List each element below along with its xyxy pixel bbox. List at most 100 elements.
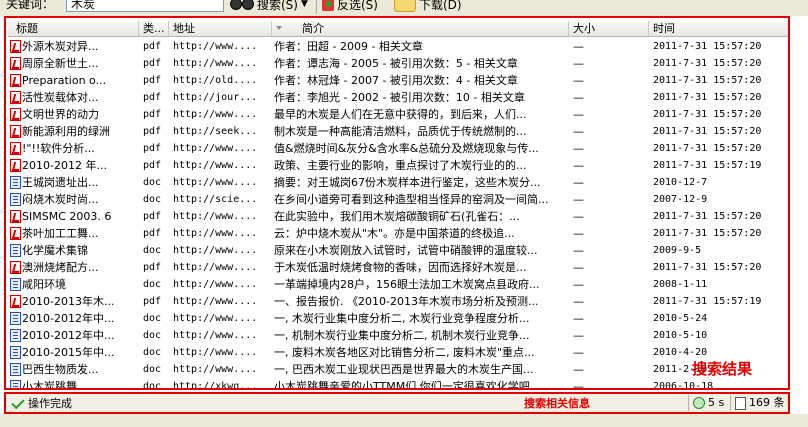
cell-size: — — [573, 108, 584, 121]
cell-size: — — [573, 57, 584, 70]
table-row[interactable]: 活性炭载体对... pdf http://jour... 作者：李旭光 - 2002 … — [8, 89, 788, 106]
table-row[interactable]: 化学魔术集锦 doc http://www.... 原来在小木炭刚放入试管时，试管中硝… — [8, 242, 788, 259]
vertical-scrollbar[interactable] — [788, 21, 790, 390]
table-row[interactable]: 2010-2015年中... doc http://www.... 一, 废料木炭各地… — [8, 344, 788, 361]
column-header-time[interactable]: 时间 — [649, 21, 788, 36]
table-row[interactable]: 澳洲烧烤配方... pdf http://www.... 于木炭低温时烧烤食物的香味，… — [8, 259, 788, 276]
toolbar: 关键词： 木炭 搜索(S) ▼ 反选(S) 下载(D) — [0, 0, 808, 16]
column-header-type[interactable]: 类... — [139, 21, 169, 36]
cell-time: 2011-7-31 15:57:20 — [653, 41, 762, 52]
search-button[interactable]: 搜索(S) ▼ — [230, 0, 308, 13]
table-row[interactable]: 2010-2012年中... doc http://www.... 一, 机制木炭行业… — [8, 327, 788, 344]
cell-summary: 作者：谭志海 - 2005 - 被引用次数：5 - 相关文章 — [274, 57, 518, 70]
cell-url: http://www.... — [173, 211, 258, 222]
cell-time: 2010-5-24 — [653, 313, 708, 324]
download-button[interactable]: 下载(D) — [394, 0, 462, 13]
invert-selection-button[interactable]: 反选(S) — [322, 0, 378, 13]
cell-title: 王城岗遗址出... — [22, 176, 99, 189]
cell-url: http://www.... — [173, 245, 258, 256]
table-row[interactable]: 文明世界的动力 pdf http://www.... 最早的木炭是人们在无意中获得的，… — [8, 106, 788, 123]
table-row[interactable]: 王城岗遗址出... doc http://www.... 摘要：对王城岗67份木炭样本… — [8, 174, 788, 191]
cell-time: 2006-10-18 — [653, 381, 714, 390]
cell-title: 文明世界的动力 — [22, 108, 99, 121]
chevron-down-icon[interactable]: ▼ — [301, 0, 308, 9]
keyword-input[interactable]: 木炭 — [66, 0, 224, 12]
doc-file-icon — [10, 176, 21, 189]
table-row[interactable]: Preparation o... pdf http://old.... 作者：林冠烽 … — [8, 72, 788, 89]
results-table: 标题 类... 地址 简介 大小 时间 外源木炭对异... pdf http://w… — [8, 21, 788, 390]
pdf-file-icon — [10, 40, 21, 53]
cell-title: 新能源利用的绿洲 — [22, 125, 110, 138]
doc-file-icon — [10, 244, 21, 257]
cell-title: 2010-2012年中... — [22, 312, 115, 325]
pdf-file-icon — [10, 261, 21, 274]
cell-url: http://www.... — [173, 313, 258, 324]
cell-title: 2010-2015年中... — [22, 346, 115, 359]
table-row[interactable]: 咸阳环境 doc http://www.... 一革端掉境内28户，156眼土法加工木… — [8, 276, 788, 293]
column-header-url[interactable]: 地址 — [169, 21, 272, 36]
column-header-title[interactable]: 标题 — [8, 21, 139, 36]
pdf-file-icon — [10, 295, 21, 308]
table-row[interactable]: 闷烧木炭时尚... doc http://scie... 在乡间小道旁可看到这种造型相… — [8, 191, 788, 208]
table-row[interactable]: 外源木炭对异... pdf http://www.... 作者：田超 - 2009 -… — [8, 38, 788, 55]
cell-size: — — [573, 363, 584, 376]
table-row[interactable]: 2010-2012年中... doc http://www.... 一, 木炭行业集中… — [8, 310, 788, 327]
table-row[interactable]: 茶叶加工工舞... pdf http://www.... 云：炉中烧木炭从"木"。亦是… — [8, 225, 788, 242]
cell-size: — — [573, 346, 584, 359]
cell-summary: 一, 巴西木炭工业现状巴西是世界最大的木炭生产国... — [274, 363, 534, 376]
cell-size: — — [573, 210, 584, 223]
clock-icon — [693, 397, 705, 409]
result-count: 169 条 — [749, 396, 785, 409]
cell-type: doc — [143, 279, 162, 290]
cell-type: pdf — [143, 143, 162, 154]
cell-url: http://www.... — [173, 228, 258, 239]
cell-type: pdf — [143, 126, 162, 137]
status-message: 操作完成 — [28, 397, 72, 410]
pdf-file-icon — [10, 125, 21, 138]
cell-time: 2011-7-31 15:57:20 — [653, 75, 762, 86]
cell-summary: 作者：田超 - 2009 - 相关文章 — [274, 40, 423, 53]
page-icon — [735, 396, 746, 410]
cell-summary: 于木炭低温时烧烤食物的香味，因而选择好木炭是... — [274, 261, 527, 274]
cell-url: http://www.... — [173, 296, 258, 307]
table-row[interactable]: 新能源利用的绿洲 pdf http://seek... 制木炭是一种高能清洁燃料，品质… — [8, 123, 788, 140]
cell-time: 2011-7-31 15:57:20 — [653, 228, 762, 239]
doc-file-icon — [10, 193, 21, 206]
cell-summary: 摘要：对王城岗67份木炭样本进行鉴定，这些木炭分... — [274, 176, 541, 189]
pdf-file-icon — [10, 57, 21, 70]
download-label: 下载(D) — [419, 0, 462, 12]
cell-time: 2011-7-31 15:57:20 — [653, 126, 762, 137]
cell-summary: 政策、主要行业的影响，重点探讨了木炭行业的的... — [274, 159, 527, 172]
table-row[interactable]: 2010-2012 年... pdf http://www.... 政策、主要行业的影… — [8, 157, 788, 174]
cell-url: http://www.... — [173, 143, 258, 154]
table-row[interactable]: !"!!软件分析... pdf http://www.... 值&燃烧时间&灰分&含水… — [8, 140, 788, 157]
cell-url: http://www.... — [173, 58, 258, 69]
pdf-file-icon — [10, 210, 21, 223]
pdf-file-icon — [10, 159, 21, 172]
cell-size: — — [573, 329, 584, 342]
doc-file-icon — [10, 380, 21, 388]
cell-size: — — [573, 278, 584, 291]
cell-type: pdf — [143, 160, 162, 171]
column-header-summary[interactable]: 简介 — [272, 21, 569, 36]
pdf-file-icon — [10, 108, 21, 121]
doc-file-icon — [10, 312, 21, 325]
cell-size: — — [573, 312, 584, 325]
table-row[interactable]: 巴西生物质发... doc http://www.... 一, 巴西木炭工业现状巴西是… — [8, 361, 788, 378]
cell-type: pdf — [143, 41, 162, 52]
cell-summary: 在乡间小道旁可看到这种造型相当怪异的窑洞及一间简... — [274, 193, 549, 206]
cell-summary: 制木炭是一种高能清洁燃料，品质优于传统燃制的... — [274, 125, 527, 138]
status-annotation: 搜索相关信息 — [524, 397, 590, 410]
cell-summary: 原来在小木炭刚放入试管时，试管中硝酸钾的温度较... — [274, 244, 538, 257]
table-row[interactable]: 小木炭跳舞 doc http://xkwg... 小木炭跳舞亲爱的小TTMM们,你们一… — [8, 378, 788, 390]
cell-url: http://www.... — [173, 109, 258, 120]
table-row[interactable]: 2010-2013年木... pdf http://www.... 一、报告报价. 《… — [8, 293, 788, 310]
table-header: 标题 类... 地址 简介 大小 时间 — [8, 21, 788, 37]
cell-url: http://scie... — [173, 194, 258, 205]
cell-url: http://www.... — [173, 160, 258, 171]
table-row[interactable]: 周原全新世土... pdf http://www.... 作者：谭志海 - 2005 … — [8, 55, 788, 72]
pdf-file-icon — [10, 74, 21, 87]
table-row[interactable]: SIMSMC 2003. 6 pdf http://www.... 在此实验中，我们用… — [8, 208, 788, 225]
column-header-size[interactable]: 大小 — [569, 21, 649, 36]
cell-url: http://old.... — [173, 75, 258, 86]
